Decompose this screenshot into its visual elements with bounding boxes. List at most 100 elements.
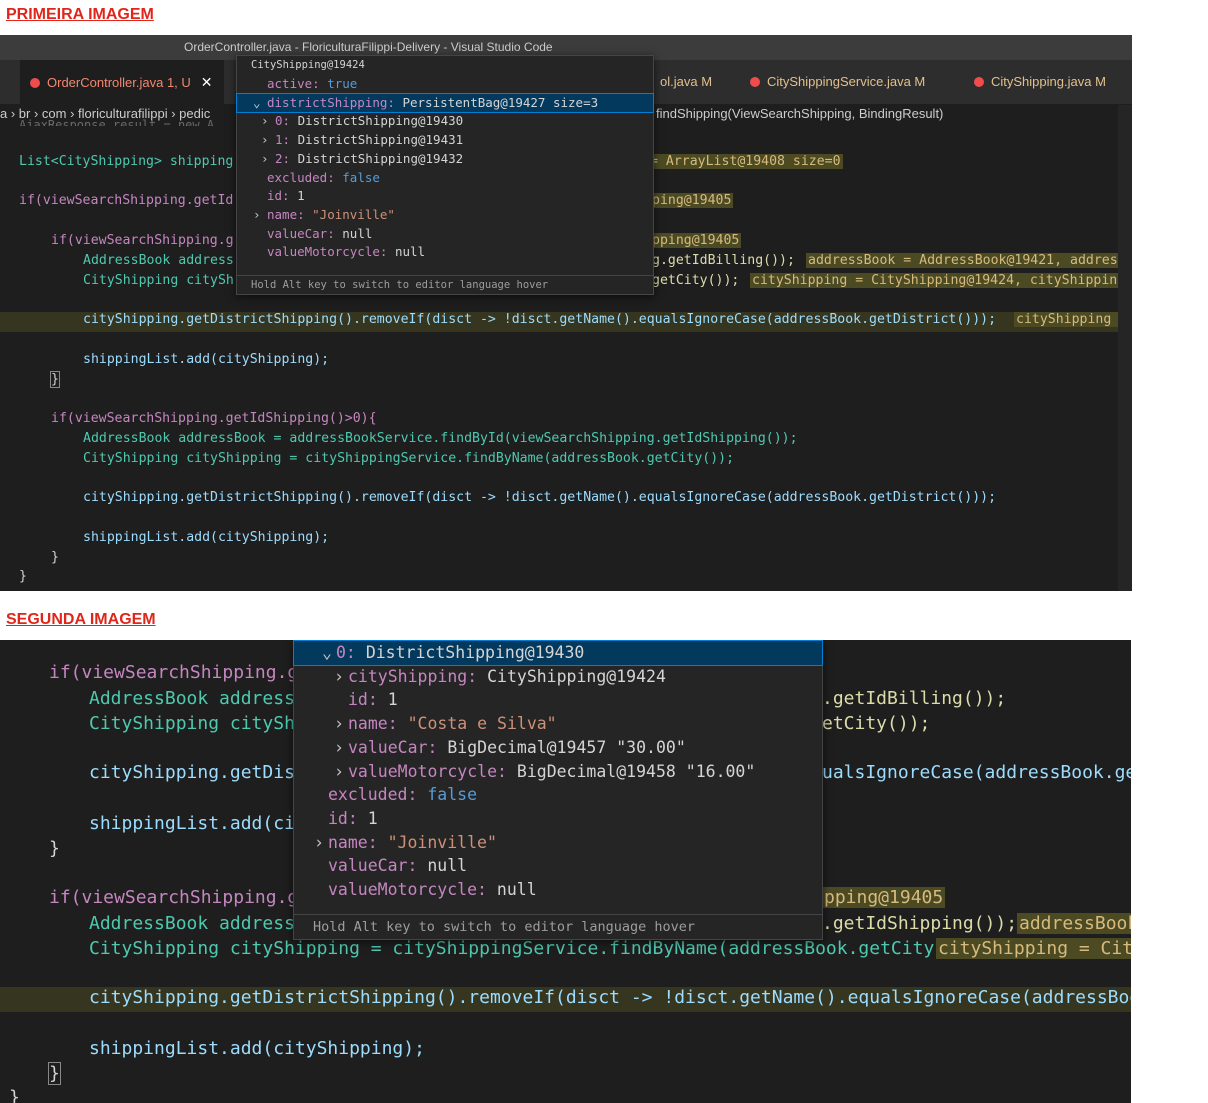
code-line: getCity()); — [652, 273, 740, 288]
code-line: .getIdBilling()); — [822, 688, 1007, 709]
hover-row-key: 0: — [336, 643, 366, 662]
debug-hover-widget[interactable]: CityShipping@19424 active: true ⌄ district… — [236, 55, 654, 295]
chevron-right-icon[interactable]: › — [314, 831, 328, 855]
code-line: if(viewSearchShipping.ge — [49, 662, 310, 683]
code-line: CityShipping cityShipping = cityShipping… — [89, 938, 978, 959]
hover-row-value: null — [342, 225, 373, 241]
hover-row[interactable]: › name: "Joinville" — [237, 206, 653, 225]
hover-row-value: DistrictShipping@19430 — [297, 113, 464, 129]
hover-row-value: "Joinville" — [387, 832, 497, 852]
hover-title: CityShipping@19424 — [251, 59, 365, 71]
inline-value: cityShipping = — [1014, 312, 1130, 327]
hover-row-key: id: — [328, 808, 368, 828]
code-line: shippingList.add(cityShipping); — [83, 352, 330, 367]
code-line: } — [49, 838, 60, 859]
hover-row[interactable]: › 0: DistrictShipping@19430 — [237, 112, 653, 131]
code-line: cityShipping.getDist — [89, 762, 306, 783]
hover-row-key: 1: — [275, 132, 298, 148]
hover-row[interactable]: excluded: false — [294, 783, 822, 807]
hover-row-value: DistrictShipping@19430 — [365, 643, 585, 662]
hover-row-value: null — [394, 244, 426, 260]
hover-row-value: true — [327, 76, 358, 91]
chevron-right-icon[interactable]: › — [261, 112, 275, 131]
code-line: ualsIgnoreCase(addressBook.getD — [822, 762, 1131, 783]
hover-row[interactable]: valueMotorcycle: null — [237, 243, 653, 262]
hover-row[interactable]: id: 1 — [237, 187, 653, 206]
chevron-right-icon[interactable]: › — [261, 150, 275, 169]
code-line: etCity()); — [822, 713, 931, 734]
inline-value: ping@19405 — [650, 193, 734, 208]
code-line: } — [9, 1087, 20, 1103]
hover-row-value: "Costa e Silva" — [407, 714, 557, 734]
inline-value: cityShipping = CityShipping@19424, cityS… — [750, 273, 1128, 288]
hover-row-value: BigDecimal@19458 "16.00" — [516, 761, 756, 781]
hover-row-value: false — [427, 785, 478, 805]
chevron-down-icon[interactable]: ⌄ — [253, 94, 267, 113]
hover-row[interactable]: › cityShipping: CityShipping@19424 — [294, 665, 822, 689]
code-line: } — [48, 1062, 61, 1085]
code-line: AddressBook addressB — [89, 688, 306, 709]
hover-row[interactable]: › valueMotorcycle: BigDecimal@19458 "16.0… — [294, 760, 822, 784]
code-line: CityShipping cityShipping = cityShipping… — [83, 451, 735, 466]
code-line: shippingList.add(cityShipping); — [83, 530, 330, 545]
code-line: AddressBook addressB — [89, 913, 306, 934]
hover-row[interactable]: › name: "Joinville" — [294, 831, 822, 855]
hover-row-key: excluded: — [267, 169, 343, 185]
hover-row[interactable]: › valueCar: BigDecimal@19457 "30.00" — [294, 736, 822, 760]
hover-row[interactable]: ⌄ districtShipping: PersistentBag@19427 s… — [236, 92, 654, 114]
code-line: shippingList.add(cityShipping); — [89, 1038, 425, 1059]
hover-row[interactable]: id: 1 — [294, 688, 822, 712]
hover-row-key: cityShipping: — [348, 666, 488, 686]
code-line: AddressBook addressBook = addressBookSer… — [83, 431, 798, 446]
chevron-right-icon[interactable]: › — [334, 665, 348, 689]
hover-row[interactable]: valueCar: null — [237, 225, 653, 244]
hover-row-value: CityShipping@19424 — [487, 666, 666, 686]
scrollbar[interactable] — [1118, 105, 1132, 591]
first-image-label: PRIMEIRA IMAGEM — [6, 6, 154, 23]
chevron-right-icon[interactable]: › — [334, 760, 348, 784]
hover-row-key: valueCar: — [348, 737, 448, 757]
hover-row-value: DistrictShipping@19432 — [297, 150, 464, 166]
hover-row-value: null — [496, 880, 537, 899]
code-line: CityShipping citySh — [83, 273, 234, 288]
code-line: } — [19, 569, 27, 584]
chevron-down-icon[interactable]: ⌄ — [322, 641, 336, 665]
hover-row[interactable]: excluded: false — [237, 169, 653, 188]
hover-row-key: 2: — [275, 150, 298, 166]
code-line: } — [51, 550, 59, 565]
chevron-right-icon[interactable]: › — [253, 206, 267, 225]
hover-row-key: valueMotorcycle: — [348, 761, 517, 781]
debug-hover-widget[interactable]: ⌄ 0: DistrictShipping@19430 › cityShipping:… — [293, 640, 823, 940]
hover-row[interactable]: valueCar: null — [294, 854, 822, 878]
hover-row-key: valueMotorcycle: — [267, 244, 395, 260]
code-line: if(viewSearchShipping.getId — [19, 193, 234, 208]
code-line: if(viewSearchShipping.ge — [49, 887, 310, 908]
second-screenshot: if(viewSearchShipping.ge AddressBook add… — [0, 640, 1131, 1103]
code-line: } — [50, 371, 60, 388]
hover-row[interactable]: valueMotorcycle: null — [294, 878, 822, 902]
code-line: cityShipping.getDistrictShipping().remov… — [83, 312, 997, 327]
code-line: .getIdShipping()); — [822, 913, 1018, 934]
hover-row-value: PersistentBag@19427 size=3 — [402, 94, 599, 110]
hover-row-key: name: — [328, 832, 388, 852]
code-line: if(viewSearchShipping.getIdShipping()>0)… — [51, 411, 377, 426]
hover-row-value: BigDecimal@19457 "30.00" — [447, 737, 686, 757]
hover-row-value: null — [427, 856, 468, 876]
code-line: g.getIdBilling()); — [652, 253, 795, 268]
hover-row[interactable]: id: 1 — [294, 807, 822, 831]
first-screenshot: OrderController.java - FloriculturaFilip… — [0, 35, 1132, 591]
hover-row[interactable]: › 1: DistrictShipping@19431 — [237, 131, 653, 150]
chevron-right-icon[interactable]: › — [334, 736, 348, 760]
hover-row[interactable]: active: true — [237, 75, 653, 94]
code-line: if(viewSearchShipping.g — [51, 233, 234, 248]
hover-row-key: active: — [267, 76, 328, 91]
inline-value: pping@19405 — [822, 887, 946, 908]
code-line: AjaxResponse result = new A — [19, 118, 215, 126]
hover-row[interactable]: › 2: DistrictShipping@19432 — [237, 150, 653, 169]
code-line: cityShipping.getDistrictShipping().remov… — [89, 987, 1131, 1008]
chevron-right-icon[interactable]: › — [261, 131, 275, 150]
hover-row[interactable]: ⌄ 0: DistrictShipping@19430 — [293, 640, 823, 666]
hover-row-value: DistrictShipping@19431 — [297, 132, 464, 148]
chevron-right-icon[interactable]: › — [334, 712, 348, 736]
hover-row[interactable]: › name: "Costa e Silva" — [294, 712, 822, 736]
